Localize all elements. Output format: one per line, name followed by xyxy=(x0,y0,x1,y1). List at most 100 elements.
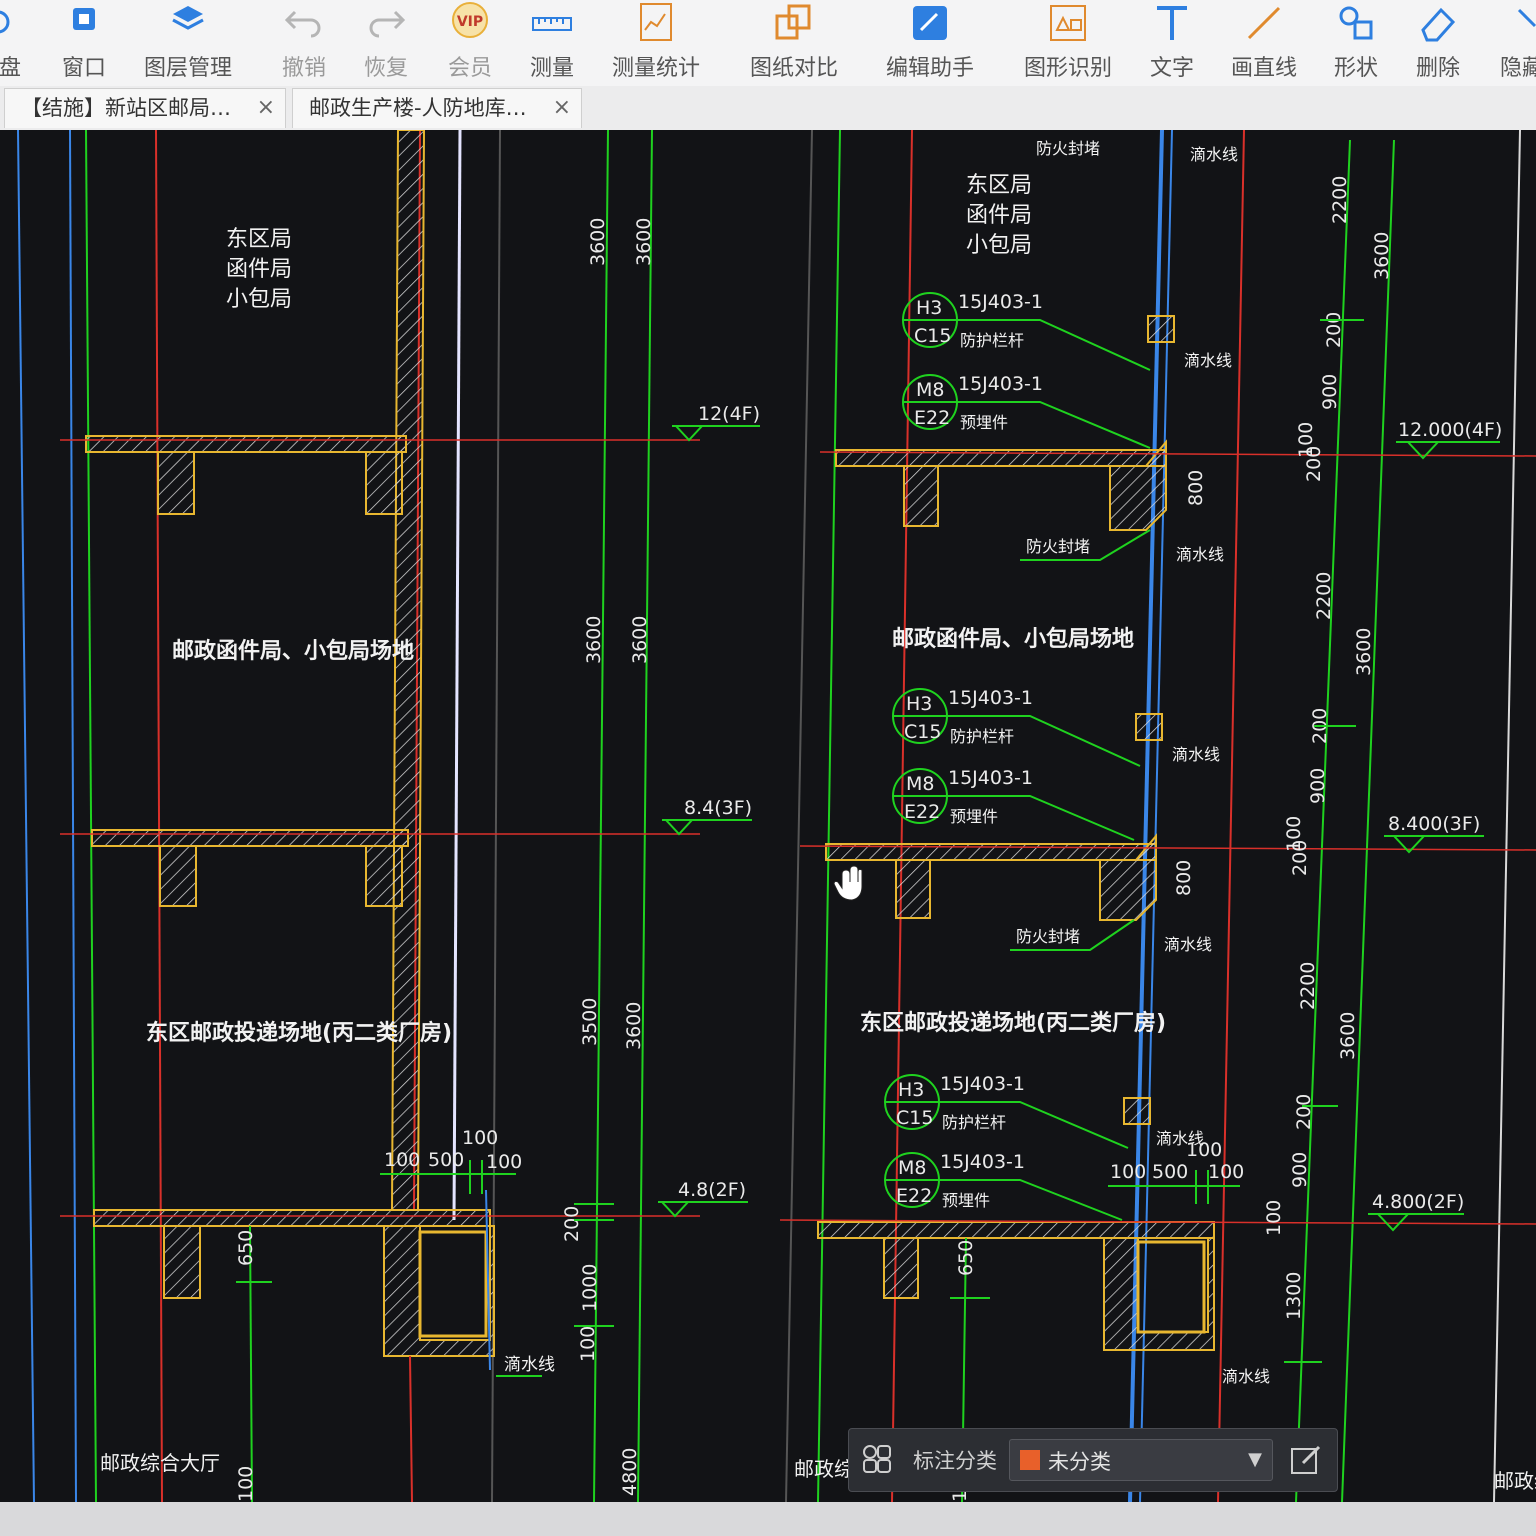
room-label-left-top-3: 小包局 xyxy=(226,287,292,312)
fire-label-r2: 防火封堵 xyxy=(1016,927,1080,946)
stats-icon xyxy=(640,3,672,41)
svg-text:15J403-1: 15J403-1 xyxy=(940,1151,1025,1173)
svg-text:1300: 1300 xyxy=(1283,1272,1305,1320)
svg-text:900: 900 xyxy=(1289,1152,1311,1188)
slab-3f xyxy=(60,829,700,907)
level-marker-right-3f: 8.400(3F) xyxy=(1384,813,1484,854)
drip-label-r2: 滴水线 xyxy=(1184,351,1232,370)
toolbar-compare[interactable]: 图纸对比 xyxy=(744,0,844,86)
dim-left-1: 3600 xyxy=(587,218,609,266)
annotation-category-value: 未分类 xyxy=(1048,1450,1111,1474)
toolbar-shape[interactable]: 形状 xyxy=(1328,0,1384,86)
room-label-far-right: 邮政综 xyxy=(1494,1469,1536,1493)
svg-text:100: 100 xyxy=(1208,1161,1244,1183)
tab-label: 【结施】新站区邮局… xyxy=(21,96,231,120)
tab-label: 邮政生产楼-人防地库… xyxy=(309,96,527,120)
svg-text:E22: E22 xyxy=(914,407,950,429)
svg-text:900: 900 xyxy=(1307,768,1329,804)
toolbar-measure[interactable]: 测量 xyxy=(524,0,580,86)
toolbar-redo[interactable]: 恢复 xyxy=(358,0,414,86)
svg-text:12(4F): 12(4F) xyxy=(698,403,760,425)
callout-embed-3f: M8 E22 15J403-1 预埋件 xyxy=(892,767,1135,841)
toolbar-draw-line[interactable]: 画直线 xyxy=(1226,0,1302,86)
svg-text:2200: 2200 xyxy=(1313,572,1335,620)
svg-text:预埋件: 预埋件 xyxy=(960,413,1008,432)
toolbar-undo[interactable]: 撤销 xyxy=(276,0,332,86)
grid-icon[interactable] xyxy=(861,1443,893,1475)
dim-left-9: 1000 xyxy=(579,1264,601,1312)
room-label-left-bottom: 邮政综合大厅 xyxy=(100,1451,220,1475)
edit-icon[interactable] xyxy=(1287,1441,1325,1479)
svg-text:预埋件: 预埋件 xyxy=(942,1191,990,1210)
svg-text:M8: M8 xyxy=(916,379,944,401)
svg-text:15J403-1: 15J403-1 xyxy=(948,767,1033,789)
redo-icon xyxy=(369,10,406,38)
dim-left-8: 200 xyxy=(561,1206,583,1242)
svg-text:8.400(3F): 8.400(3F) xyxy=(1388,813,1480,835)
callout-railing-4f: H3 C15 15J403-1 防护栏杆 xyxy=(902,291,1151,371)
close-icon[interactable]: × xyxy=(553,89,571,127)
svg-text:3600: 3600 xyxy=(1371,232,1393,280)
toolbar-layer-manager[interactable]: 图层管理 xyxy=(140,0,236,86)
toolbar-window[interactable]: 窗口 xyxy=(56,0,112,86)
compare-icon xyxy=(775,4,811,40)
drip-label-r5: 滴水线 xyxy=(1164,935,1212,954)
toolbar-vip[interactable]: VIP 会员 xyxy=(442,0,498,86)
room-label-right-top-2: 函件局 xyxy=(966,203,1032,228)
svg-text:防护栏杆: 防护栏杆 xyxy=(942,1113,1006,1132)
toolbar-shape-recognition[interactable]: 图形识别 xyxy=(1018,0,1118,86)
svg-text:C15: C15 xyxy=(904,721,941,743)
svg-text:H3: H3 xyxy=(916,297,942,319)
svg-text:100: 100 xyxy=(1263,1200,1285,1236)
cad-drawing: 12(4F) 8.4(3F) 4.8(2F) 东区局 函件局 小包局 邮政函件局… xyxy=(17,130,1536,1502)
toolbar-measure-stats[interactable]: 测量统计 xyxy=(606,0,706,86)
svg-text:800: 800 xyxy=(1185,470,1207,506)
hide-icon xyxy=(1517,8,1536,28)
svg-text:15J403-1: 15J403-1 xyxy=(958,373,1043,395)
toolbar-delete[interactable]: 删除 xyxy=(1410,0,1466,86)
svg-text:100: 100 xyxy=(1186,1139,1222,1161)
svg-text:3600: 3600 xyxy=(1337,1012,1359,1060)
drawing-canvas[interactable]: 12(4F) 8.4(3F) 4.8(2F) 东区局 函件局 小包局 邮政函件局… xyxy=(0,130,1536,1502)
toolbar-text[interactable]: 文字 xyxy=(1144,0,1200,86)
tab-postal-building[interactable]: 邮政生产楼-人防地库… × xyxy=(292,88,582,128)
toolbar-edit-assistant[interactable]: 编辑助手 xyxy=(880,0,980,86)
svg-text:C15: C15 xyxy=(914,325,951,347)
level-marker-right-4f: 12.000(4F) xyxy=(1396,419,1502,460)
annotation-category-bar: 标注分类 未分类 ▼ xyxy=(848,1428,1338,1492)
status-strip xyxy=(0,1502,1536,1536)
level-marker-2f: 4.8(2F) xyxy=(658,1179,748,1218)
room-label-right-mid: 邮政函件局、小包局场地 xyxy=(892,626,1134,652)
room-label-left-top-2: 函件局 xyxy=(226,257,292,282)
dim-left-7: 650 xyxy=(235,1230,257,1266)
dim-left-12: 100 xyxy=(235,1466,257,1502)
svg-text:15J403-1: 15J403-1 xyxy=(958,291,1043,313)
room-label-right-top-3: 小包局 xyxy=(966,233,1032,258)
svg-text:200: 200 xyxy=(1323,312,1345,348)
level-marker-4f: 12(4F) xyxy=(672,403,760,442)
drip-label-left: 滴水线 xyxy=(504,1355,555,1375)
toolbar-disk[interactable]: 盘 xyxy=(0,0,30,86)
svg-text:H3: H3 xyxy=(906,693,932,715)
callout-railing-2f: H3 C15 15J403-1 防护栏杆 xyxy=(884,1073,1129,1149)
annotation-category-select[interactable]: 未分类 ▼ xyxy=(1009,1439,1273,1481)
dim-left-10: 100 xyxy=(577,1326,599,1362)
dim-left-6: 3600 xyxy=(623,1002,645,1050)
slab-2f xyxy=(60,1189,700,1371)
right-section-drawing: 12.000(4F) 8.400(3F) 4.800(2F) 防火封堵 东区局 … xyxy=(779,130,1536,1502)
vip-icon: VIP xyxy=(452,2,488,38)
close-icon[interactable]: × xyxy=(257,89,275,127)
toolbar-hide[interactable]: 隐藏 xyxy=(1492,0,1536,86)
svg-text:M8: M8 xyxy=(906,773,934,795)
room-label-left-mid: 邮政函件局、小包局场地 xyxy=(172,638,414,664)
dim-left-h1: 100 xyxy=(384,1149,420,1171)
window-icon xyxy=(73,8,95,30)
slab-right-2f xyxy=(779,1219,1536,1351)
svg-text:M8: M8 xyxy=(898,1157,926,1179)
tab-structural-drawing[interactable]: 【结施】新站区邮局… × xyxy=(4,88,286,128)
callout-railing-3f: H3 C15 15J403-1 防护栏杆 xyxy=(892,687,1141,767)
svg-text:650: 650 xyxy=(955,1240,977,1276)
svg-text:8.4(3F): 8.4(3F) xyxy=(684,797,752,819)
tab-bar: 【结施】新站区邮局… × 邮政生产楼-人防地库… × xyxy=(0,86,1536,131)
room-label-right-bottom: 邮政综 xyxy=(794,1457,854,1481)
